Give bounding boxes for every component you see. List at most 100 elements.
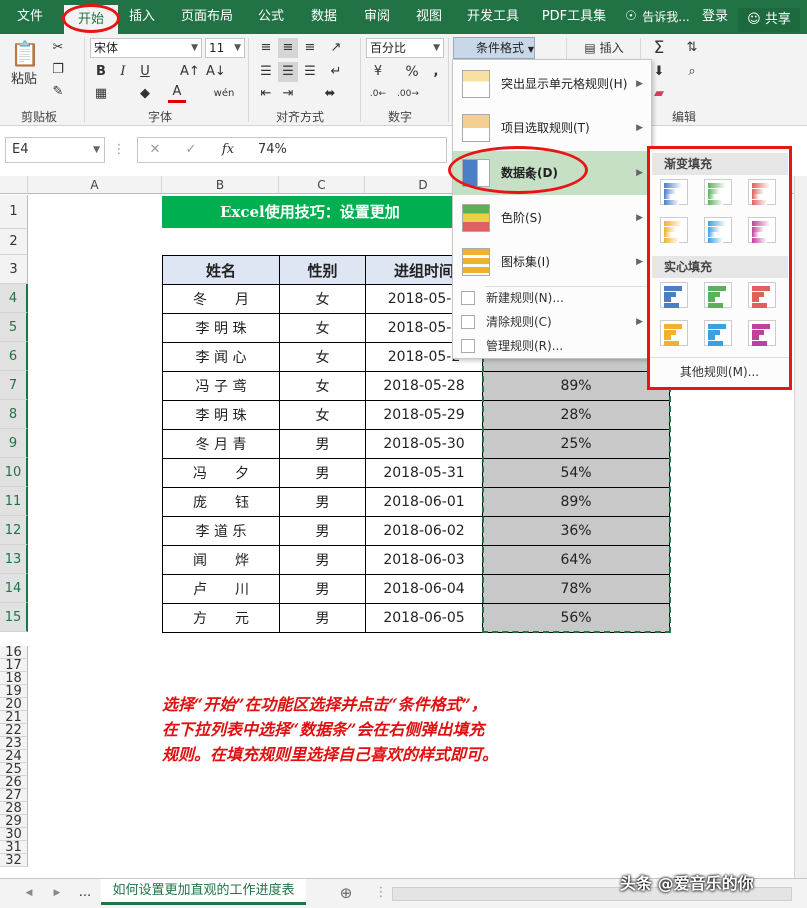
menu-item-icon-sets[interactable]: 图标集(I) ▶ (453, 240, 651, 284)
find-select-icon[interactable]: ⌕ (680, 62, 704, 82)
cell-sex[interactable]: 女 (279, 400, 366, 430)
increase-decimal-icon[interactable]: .0← (366, 84, 390, 104)
tell-me-box[interactable]: 告诉我... (640, 0, 692, 34)
cell-date[interactable]: 2018-06-05 (365, 603, 483, 633)
align-center-icon[interactable]: ☰ (278, 62, 298, 82)
cell-name[interactable]: 冬 月 (162, 284, 280, 314)
cell-sex[interactable]: 女 (279, 284, 366, 314)
cell-sex[interactable]: 男 (279, 545, 366, 575)
menu-item-top-bottom[interactable]: 项目选取规则(T) ▶ (453, 106, 651, 150)
scroll-left-icon[interactable]: ◀ (22, 883, 36, 903)
more-rules-link[interactable]: 其他规则(M)... (650, 363, 789, 380)
header-name[interactable]: 姓名 (162, 255, 280, 285)
column-header-b[interactable]: B (162, 176, 279, 194)
paste-icon[interactable]: 📋 (10, 38, 40, 70)
solid-data-bar-option[interactable] (704, 282, 732, 308)
column-header-a[interactable]: A (28, 176, 162, 194)
conditional-format-button[interactable]: 条件格式 ▼ (453, 37, 535, 59)
cell-sex[interactable]: 女 (279, 342, 366, 372)
comma-icon[interactable]: , (426, 62, 446, 82)
row-header[interactable]: 4 (0, 284, 28, 313)
tab-insert[interactable]: 插入 (120, 0, 164, 34)
font-size-combo[interactable]: 11 ▼ (205, 38, 245, 58)
decrease-indent-icon[interactable]: ⇤ (256, 84, 276, 104)
currency-icon[interactable]: ¥ (368, 62, 388, 82)
row-header[interactable]: 1 (0, 195, 28, 229)
cell-date[interactable]: 2018-06-02 (365, 516, 483, 546)
align-right-icon[interactable]: ☰ (300, 62, 320, 82)
number-format-combo[interactable]: 百分比 ▼ (366, 38, 444, 58)
cell-name[interactable]: 李 道 乐 (162, 516, 280, 546)
vertical-scrollbar[interactable] (794, 176, 807, 878)
solid-data-bar-option[interactable] (704, 320, 732, 346)
row-header[interactable]: 7 (0, 371, 28, 400)
gradient-data-bar-option[interactable] (748, 217, 776, 243)
cell-progress[interactable]: 56% (482, 603, 670, 633)
percent-icon[interactable]: % (402, 62, 422, 82)
decrease-decimal-icon[interactable]: .00→ (396, 84, 420, 104)
cell-date[interactable]: 2018-05-28 (365, 371, 483, 401)
insert-function-button[interactable]: fx (218, 140, 238, 160)
row-header[interactable]: 5 (0, 313, 28, 342)
paste-label[interactable]: 粘贴 (8, 70, 40, 90)
tab-formulas[interactable]: 公式 (250, 0, 292, 34)
cell-sex[interactable]: 女 (279, 371, 366, 401)
phonetic-button[interactable]: wén (210, 84, 238, 104)
cell-progress[interactable]: 89% (482, 371, 670, 401)
fill-color-icon[interactable]: ◆ (136, 84, 154, 104)
cell-date[interactable]: 2018-05-30 (365, 429, 483, 459)
tab-view[interactable]: 视图 (408, 0, 450, 34)
cell-sex[interactable]: 男 (279, 603, 366, 633)
cell-name[interactable]: 李 闻 心 (162, 342, 280, 372)
align-bottom-icon[interactable]: ≡ (300, 38, 320, 58)
enter-icon[interactable]: ✓ (182, 140, 200, 160)
cell-progress[interactable]: 54% (482, 458, 670, 488)
row-header[interactable]: 15 (0, 603, 28, 632)
cell-name[interactable]: 冬 月 青 (162, 429, 280, 459)
cell-progress[interactable]: 78% (482, 574, 670, 604)
menu-item-manage-rules[interactable]: 管理规则(R)... (453, 334, 651, 358)
cell-sex[interactable]: 男 (279, 574, 366, 604)
sheet-title-banner[interactable]: Excel使用技巧：设置更加 (162, 196, 452, 228)
row-header[interactable]: 13 (0, 545, 28, 574)
cell-progress[interactable]: 25% (482, 429, 670, 459)
cell-date[interactable]: 2018-06-01 (365, 487, 483, 517)
row-header[interactable]: 32 (0, 854, 28, 867)
font-color-button[interactable]: A (168, 84, 186, 103)
cell-date[interactable]: 2018-06-04 (365, 574, 483, 604)
solid-data-bar-option[interactable] (660, 282, 688, 308)
grow-font-icon[interactable]: A↑ (180, 62, 200, 82)
row-header[interactable]: 10 (0, 458, 28, 487)
row-header[interactable]: 9 (0, 429, 28, 458)
cell-name[interactable]: 闻 烨 (162, 545, 280, 575)
format-painter-icon[interactable]: ✎ (48, 82, 68, 102)
shrink-font-icon[interactable]: A↓ (206, 62, 226, 82)
cell-sex[interactable]: 男 (279, 429, 366, 459)
cell-progress[interactable]: 36% (482, 516, 670, 546)
row-header[interactable]: 14 (0, 574, 28, 603)
align-top-icon[interactable]: ≡ (256, 38, 276, 58)
sort-filter-icon[interactable]: ⇅ (680, 38, 704, 58)
cell-progress[interactable]: 64% (482, 545, 670, 575)
autosum-icon[interactable]: Σ (648, 38, 670, 58)
bold-button[interactable]: B (92, 62, 110, 82)
wrap-text-icon[interactable]: ↵ (326, 62, 346, 82)
more-sheets-button[interactable]: ... (76, 883, 94, 903)
cell-date[interactable]: 2018-05-31 (365, 458, 483, 488)
solid-data-bar-option[interactable] (748, 282, 776, 308)
tab-file[interactable]: 文件 (10, 0, 50, 34)
cell-sex[interactable]: 女 (279, 313, 366, 343)
cell-name[interactable]: 冯 夕 (162, 458, 280, 488)
cell-date[interactable]: 2018-05-29 (365, 400, 483, 430)
insert-cells-button[interactable]: ▤ 插入 (574, 38, 634, 58)
increase-indent-icon[interactable]: ⇥ (278, 84, 298, 104)
add-sheet-icon[interactable]: ⊕ (336, 883, 356, 903)
gradient-data-bar-option[interactable] (704, 217, 732, 243)
row-header[interactable]: 8 (0, 400, 28, 429)
border-icon[interactable]: ▦ (92, 84, 110, 104)
solid-data-bar-option[interactable] (748, 320, 776, 346)
cell-progress[interactable]: 28% (482, 400, 670, 430)
row-header[interactable]: 12 (0, 516, 28, 545)
cell-sex[interactable]: 男 (279, 458, 366, 488)
cell-sex[interactable]: 男 (279, 487, 366, 517)
